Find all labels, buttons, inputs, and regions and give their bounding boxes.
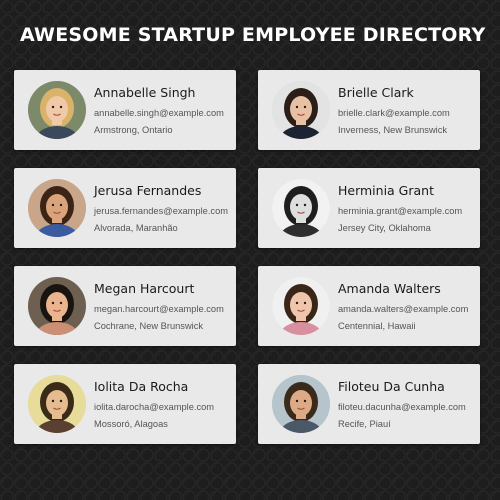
employee-card[interactable]: Iolita Da Rocha iolita.darocha@example.co… (14, 364, 236, 444)
employee-avatar (272, 179, 330, 237)
employee-location: Alvorada, Maranhão (94, 223, 178, 233)
employee-email: megan.harcourt@example.com (94, 304, 224, 314)
employee-email: jerusa.fernandes@example.com (94, 206, 228, 216)
employee-location: Jersey City, Oklahoma (338, 223, 431, 233)
employee-info: Megan Harcourt megan.harcourt@example.com… (94, 281, 230, 332)
employee-name: Amanda Walters (338, 281, 441, 296)
employee-name: Jerusa Fernandes (94, 183, 202, 198)
employee-name: Annabelle Singh (94, 85, 196, 100)
employee-avatar (28, 375, 86, 433)
employee-name: Iolita Da Rocha (94, 379, 189, 394)
employee-info: Herminia Grant herminia.grant@example.com… (338, 183, 474, 234)
employee-info: Iolita Da Rocha iolita.darocha@example.co… (94, 379, 230, 430)
employee-card[interactable]: Brielle Clark brielle.clark@example.com In… (258, 70, 480, 150)
employee-card[interactable]: Amanda Walters amanda.walters@example.com… (258, 266, 480, 346)
employee-email: annabelle.singh@example.com (94, 108, 224, 118)
employee-card[interactable]: Megan Harcourt megan.harcourt@example.com… (14, 266, 236, 346)
employee-location: Cochrane, New Brunswick (94, 321, 204, 331)
employee-location: Armstrong, Ontario (94, 125, 173, 135)
employee-info: Brielle Clark brielle.clark@example.com In… (338, 85, 474, 136)
employee-avatar (28, 277, 86, 335)
employee-avatar (272, 375, 330, 433)
employee-email: filoteu.dacunha@example.com (338, 402, 466, 412)
employee-email: brielle.clark@example.com (338, 108, 450, 118)
employee-card[interactable]: Filoteu Da Cunha filoteu.dacunha@example.… (258, 364, 480, 444)
employee-name: Megan Harcourt (94, 281, 195, 296)
employee-email: amanda.walters@example.com (338, 304, 469, 314)
page-title: AWESOME STARTUP EMPLOYEE DIRECTORY (20, 24, 486, 46)
employee-location: Inverness, New Brunswick (338, 125, 448, 135)
employee-avatar (272, 277, 330, 335)
employee-info: Amanda Walters amanda.walters@example.com… (338, 281, 474, 332)
employee-location: Recife, Piauí (338, 419, 391, 429)
employee-avatar (272, 81, 330, 139)
employee-avatar (28, 81, 86, 139)
employee-info: Jerusa Fernandes jerusa.fernandes@example… (94, 183, 230, 234)
employee-info: Annabelle Singh annabelle.singh@example.c… (94, 85, 230, 136)
employee-card[interactable]: Herminia Grant herminia.grant@example.com… (258, 168, 480, 248)
employee-location: Mossoró, Alagoas (94, 419, 168, 429)
employee-card[interactable]: Jerusa Fernandes jerusa.fernandes@example… (14, 168, 236, 248)
employee-email: herminia.grant@example.com (338, 206, 463, 216)
employee-name: Filoteu Da Cunha (338, 379, 445, 394)
employee-avatar (28, 179, 86, 237)
employee-location: Centennial, Hawaii (338, 321, 416, 331)
employee-email: iolita.darocha@example.com (94, 402, 215, 412)
employee-name: Herminia Grant (338, 183, 434, 198)
employee-card[interactable]: Annabelle Singh annabelle.singh@example.c… (14, 70, 236, 150)
employee-name: Brielle Clark (338, 85, 414, 100)
employee-info: Filoteu Da Cunha filoteu.dacunha@example.… (338, 379, 474, 430)
